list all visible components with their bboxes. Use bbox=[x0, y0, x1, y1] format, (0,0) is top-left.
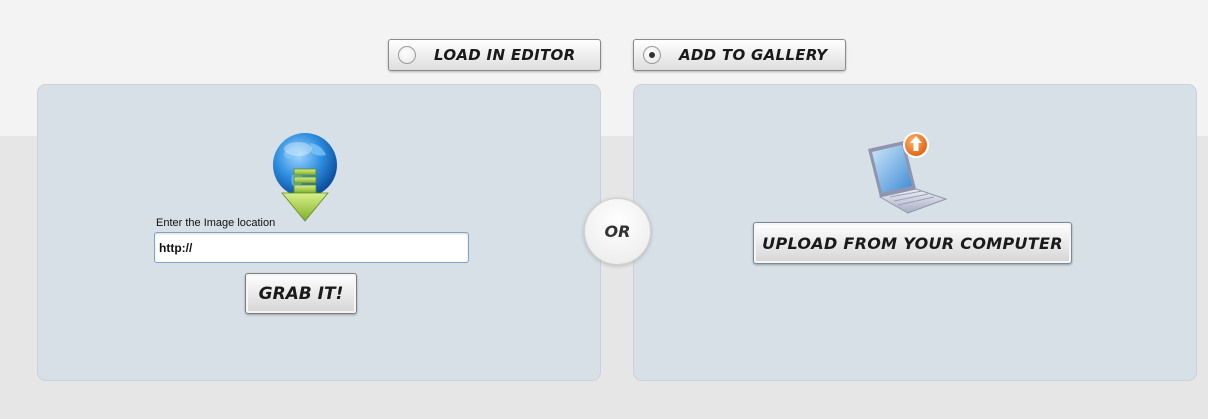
add-to-gallery-option[interactable]: ADD TO GALLERY bbox=[633, 39, 846, 71]
load-in-editor-radio[interactable] bbox=[398, 46, 416, 64]
or-divider: OR bbox=[584, 198, 651, 265]
laptop-upload-icon bbox=[868, 132, 948, 214]
image-location-label: Enter the Image location bbox=[156, 217, 276, 229]
load-in-editor-label: LOAD IN EDITOR bbox=[434, 46, 576, 64]
grab-it-button[interactable]: GRAB IT! bbox=[245, 273, 357, 314]
load-in-editor-option[interactable]: LOAD IN EDITOR bbox=[388, 39, 601, 71]
image-url-input[interactable] bbox=[154, 232, 469, 263]
upload-from-computer-button[interactable]: UPLOAD FROM YOUR COMPUTER bbox=[753, 222, 1072, 264]
add-to-gallery-radio[interactable] bbox=[643, 46, 661, 64]
globe-download-icon bbox=[273, 133, 337, 222]
add-to-gallery-label: ADD TO GALLERY bbox=[679, 46, 828, 64]
